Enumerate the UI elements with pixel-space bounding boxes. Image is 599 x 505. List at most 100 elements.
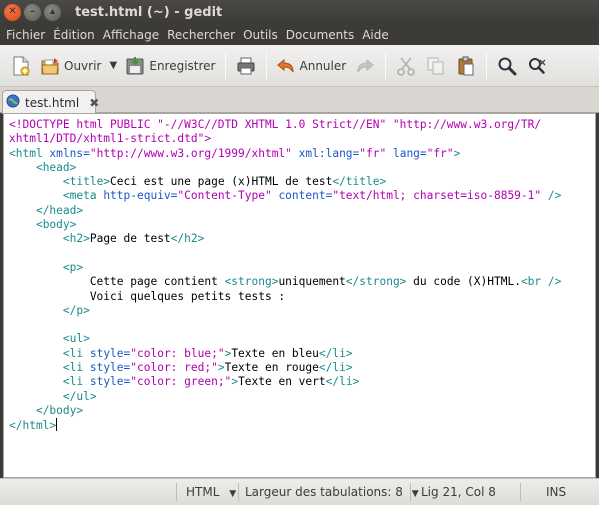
code-line[interactable]: <title>Ceci est une page (x)HTML de test… (9, 175, 595, 189)
code-token: </ul> (62, 389, 97, 403)
code-token: Cette page contient (9, 275, 225, 289)
code-token: <li (62, 375, 90, 389)
status-separator (176, 483, 177, 501)
code-line[interactable]: Cette page contient <strong>uniquement</… (9, 275, 595, 289)
code-line[interactable]: </head> (9, 204, 595, 218)
find-button[interactable] (492, 49, 522, 83)
code-view[interactable]: <!DOCTYPE html PUBLIC "-//W3C//DTD XHTML… (4, 114, 595, 433)
tab-label: test.html (25, 95, 80, 110)
tab-width-selector[interactable]: Largeur des tabulations: 8 ▼ (245, 485, 419, 499)
code-token: </p> (62, 303, 90, 317)
code-token: "fr" (359, 146, 387, 160)
find-replace-button[interactable] (522, 49, 552, 83)
code-token: </li> (318, 346, 353, 360)
code-token: </body> (35, 403, 84, 417)
code-token: "fr" (426, 146, 454, 160)
undo-button[interactable]: Annuler (272, 49, 351, 83)
code-line[interactable]: <p> (9, 261, 595, 275)
code-line[interactable]: <li style="color: red;">Texte en rouge</… (9, 361, 595, 375)
code-line[interactable]: <head> (9, 161, 595, 175)
code-token: <head> (35, 160, 77, 174)
code-token: style= (89, 361, 131, 375)
code-line[interactable]: <html xmlns="http://www.w3.org/1999/xhtm… (9, 147, 595, 161)
menu-documents[interactable]: Documents (282, 28, 358, 42)
recent-files-dropdown[interactable]: ▼ (105, 49, 121, 83)
code-token: </h2> (170, 232, 205, 246)
menu-edition[interactable]: Édition (49, 28, 99, 42)
code-token: du code (X)HTML. (406, 275, 521, 289)
code-token: <p> (62, 260, 84, 274)
menu-outils[interactable]: Outils (239, 28, 282, 42)
chevron-down-icon: ▼ (109, 60, 118, 71)
text-editor[interactable]: <!DOCTYPE html PUBLIC "-//W3C//DTD XHTML… (3, 113, 596, 478)
cut-button[interactable] (391, 49, 421, 83)
tab-width-label: Largeur des tabulations: 8 (245, 485, 403, 499)
window-title: test.html (~) - gedit (75, 4, 223, 20)
code-line[interactable]: <!DOCTYPE html PUBLIC "-//W3C//DTD XHTML… (9, 118, 595, 132)
save-button[interactable]: Enregistrer (121, 49, 219, 83)
code-token: <ul> (62, 332, 90, 346)
code-token: <meta (62, 189, 104, 203)
code-token: > (453, 146, 461, 160)
undo-arrow-icon (276, 56, 296, 76)
save-button-label: Enregistrer (149, 58, 216, 73)
print-button[interactable] (231, 49, 261, 83)
code-token: "http://www.w3.org/1999/xhtml" (89, 146, 292, 160)
menu-affichage[interactable]: Affichage (99, 28, 163, 42)
code-line[interactable]: <ul> (9, 332, 595, 346)
search-icon (497, 56, 517, 76)
code-token: "color: red;" (130, 361, 218, 375)
copy-button[interactable] (421, 49, 451, 83)
menu-fichier[interactable]: Fichier (2, 28, 49, 42)
code-token: </title> (332, 175, 387, 189)
code-line[interactable] (9, 318, 595, 332)
new-document-button[interactable] (6, 49, 36, 83)
code-line[interactable]: Voici quelques petits tests : (9, 290, 595, 304)
close-tab-icon[interactable]: ✖ (89, 96, 99, 110)
code-token: "text/html; charset=iso-8859-1" (332, 189, 542, 203)
text-cursor (56, 418, 58, 432)
html-file-icon (6, 94, 20, 111)
document-tab-bar: test.html ✖ (0, 87, 599, 114)
close-window-button[interactable]: ✕ (4, 3, 21, 21)
code-token: http-equiv= (103, 189, 178, 203)
code-line[interactable]: </html> (9, 418, 595, 432)
chevron-down-icon: ▼ (411, 489, 419, 499)
code-token: </html> (9, 419, 57, 433)
redo-arrow-icon (355, 56, 375, 76)
code-line[interactable]: </ul> (9, 390, 595, 404)
code-line[interactable]: </body> (9, 404, 595, 418)
printer-icon (236, 56, 256, 76)
redo-button[interactable] (350, 49, 380, 83)
code-line[interactable] (9, 247, 595, 261)
code-token: </li> (325, 375, 360, 389)
scissors-icon (396, 56, 416, 76)
code-line[interactable]: <h2>Page de test</h2> (9, 232, 595, 246)
code-line[interactable]: <meta http-equiv="Content-Type" content=… (9, 189, 595, 203)
code-token: Texte en rouge (224, 361, 319, 375)
paste-button[interactable] (451, 49, 481, 83)
menu-rechercher[interactable]: Rechercher (163, 28, 239, 42)
code-token: <li (62, 346, 90, 360)
menu-aide[interactable]: Aide (358, 28, 393, 42)
code-line[interactable]: <li style="color: blue;">Texte en bleu</… (9, 347, 595, 361)
new-document-icon (11, 56, 31, 76)
open-button[interactable]: Ouvrir (36, 49, 105, 83)
code-line[interactable]: </p> (9, 304, 595, 318)
maximize-window-button[interactable]: ▴ (44, 3, 61, 21)
minimize-window-button[interactable]: – (24, 3, 41, 21)
code-token: <li (62, 361, 90, 375)
open-folder-icon (40, 56, 60, 76)
code-line[interactable]: <li style="color: green;">Texte en vert<… (9, 375, 595, 389)
tab-test-html[interactable]: test.html ✖ (2, 90, 99, 114)
chevron-down-icon: ▼ (229, 489, 237, 499)
code-line[interactable]: xhtml1/DTD/xhtml1-strict.dtd"> (9, 132, 595, 146)
language-selector[interactable]: HTML ▼ (186, 485, 236, 499)
code-line[interactable]: <body> (9, 218, 595, 232)
